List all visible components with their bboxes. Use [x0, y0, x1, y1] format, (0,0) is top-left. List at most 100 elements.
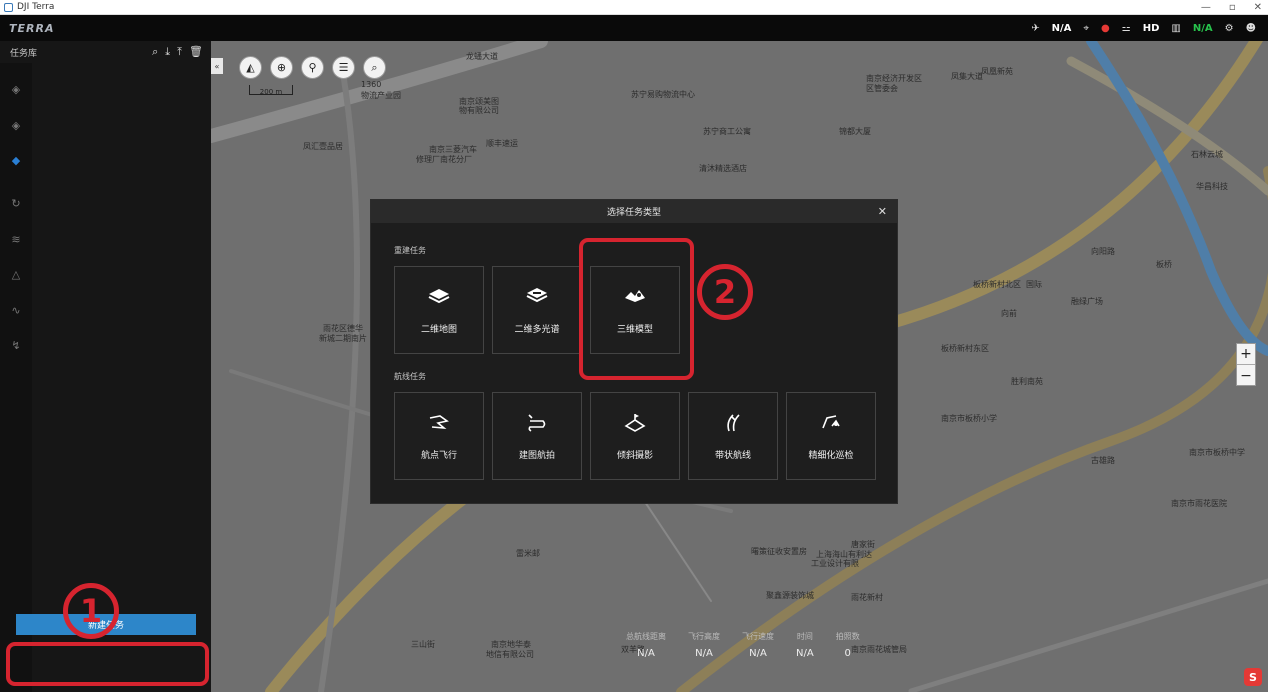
- drone-status: N/A: [1051, 22, 1072, 34]
- stat-label: 总航线距离: [626, 632, 666, 641]
- map-label: 清沐精选酒店: [699, 164, 747, 173]
- compass-icon[interactable]: ◭: [239, 56, 262, 79]
- card-mapping-route[interactable]: 建图航拍: [492, 392, 582, 480]
- app-topbar: TERRA ✈ N/A ⌖ ● ⚍ HD ▥ N/A ⚙ ☻: [0, 15, 1268, 41]
- stat-value: N/A: [796, 648, 814, 659]
- remote-icon: ⚍: [1121, 22, 1131, 34]
- overlay-app-icon: S: [1244, 668, 1262, 686]
- user-icon[interactable]: ☻: [1246, 23, 1256, 34]
- map-label: 新城二期南片: [319, 334, 367, 343]
- close-icon[interactable]: ✕: [878, 205, 887, 218]
- card-2d-map[interactable]: 二维地图: [394, 266, 484, 354]
- map-label: 国际: [1026, 280, 1042, 289]
- map-label: 南京市板桥小学: [941, 414, 997, 423]
- window-controls: — ▫ ✕: [1201, 0, 1262, 15]
- drone-icon: ✈: [1031, 22, 1040, 34]
- map-search-icon[interactable]: ⌕: [363, 56, 386, 79]
- map-label: 龙蟠大道: [466, 52, 498, 61]
- stat-value: N/A: [749, 648, 767, 659]
- window-title: DJI Terra: [17, 2, 55, 12]
- map-label: 向前: [1001, 309, 1017, 318]
- map-label: 曙策征收安置房: [751, 547, 807, 556]
- mapping-route-icon[interactable]: ≋: [9, 233, 23, 247]
- map-label: 工业设计有限: [811, 559, 859, 568]
- minimize-button[interactable]: —: [1201, 2, 1211, 13]
- stat-label: 飞行高度: [688, 632, 720, 641]
- pin-icon[interactable]: ⚲: [301, 56, 324, 79]
- card-label: 二维地图: [420, 325, 457, 335]
- card-waypoint[interactable]: 航点飞行: [394, 392, 484, 480]
- layers-icon: [428, 289, 450, 304]
- map-label: 南京市雨花医院: [1171, 499, 1227, 508]
- annotation-step-2: 2: [697, 264, 753, 320]
- stat-label: 飞行速度: [742, 632, 774, 641]
- map-label: 地信有限公司: [486, 650, 534, 659]
- card-oblique[interactable]: 倾斜摄影: [590, 392, 680, 480]
- map-label: 融绿广场: [1071, 297, 1103, 306]
- gear-icon[interactable]: ⚙: [1225, 23, 1234, 34]
- zoom-in-button[interactable]: +: [1237, 344, 1255, 365]
- oblique-icon[interactable]: △: [9, 268, 23, 282]
- card-inspection[interactable]: 精细化巡检: [786, 392, 876, 480]
- map-toolbar: ◭ ⊕ ⚲ ☰ ⌕: [239, 56, 386, 79]
- flight-stats: 总航线距离 N/A 飞行高度 N/A 飞行速度 N/A 时间 N/A 拍照数 0: [626, 631, 860, 659]
- map-label: 1360: [361, 80, 382, 89]
- stat-label: 拍照数: [835, 632, 860, 641]
- map-label: 雷米邮: [516, 549, 540, 558]
- sidebar-title: 任务库: [10, 48, 38, 59]
- record-icon: ●: [1101, 22, 1110, 34]
- card-label: 精细化巡检: [808, 451, 854, 461]
- search-icon[interactable]: ⌕: [152, 45, 158, 59]
- waypoint-icon[interactable]: ↻: [9, 197, 23, 211]
- window-titlebar: DJI Terra — ▫ ✕: [0, 0, 1268, 15]
- maximize-button[interactable]: ▫: [1229, 2, 1236, 13]
- list-icon[interactable]: ☰: [332, 56, 355, 79]
- mission-type-rail: ◈ ◈ ◆ ↻ ≋ △ ∿ ↯: [0, 63, 32, 692]
- section-rebuild-label: 重建任务: [394, 246, 426, 255]
- hd-label: HD: [1142, 22, 1160, 34]
- stat-value: N/A: [637, 648, 655, 659]
- stat-value: N/A: [695, 648, 713, 659]
- card-multispectral[interactable]: 二维多光谱: [492, 266, 582, 354]
- card-label: 带状航线: [714, 451, 751, 461]
- annotation-step-1: 1: [63, 583, 119, 639]
- stat-value: 0: [844, 648, 851, 659]
- map-label: 胜利南苑: [1011, 377, 1043, 386]
- map-label: 苏宁商工公寓: [703, 127, 751, 136]
- inspection-icon[interactable]: ↯: [9, 339, 23, 353]
- section-route-label: 航线任务: [394, 372, 426, 381]
- close-window-button[interactable]: ✕: [1254, 2, 1262, 13]
- map-label: 顺丰速运: [486, 139, 518, 148]
- inspection-card-icon: [822, 415, 840, 429]
- multispectral-icon[interactable]: ◈: [9, 119, 23, 133]
- collapse-sidebar-button[interactable]: «: [211, 58, 223, 74]
- trash-icon[interactable]: 🗑: [189, 45, 203, 59]
- import-icon[interactable]: ⤓: [165, 45, 170, 59]
- map-2d-icon[interactable]: ◈: [9, 83, 23, 97]
- model-3d-icon[interactable]: ◆: [9, 154, 23, 168]
- map-label: 向阳路: [1091, 247, 1115, 256]
- signal-status: N/A: [1192, 22, 1213, 34]
- map-label: 南京市板桥中学: [1189, 448, 1245, 457]
- brand-logo: TERRA: [9, 21, 55, 35]
- card-corridor[interactable]: 带状航线: [688, 392, 778, 480]
- annotation-box-new-task: [6, 642, 209, 686]
- app-icon: [4, 2, 13, 12]
- locate-icon[interactable]: ⊕: [270, 56, 293, 79]
- map-label: 物有限公司: [459, 106, 499, 115]
- export-icon[interactable]: ⤒: [177, 45, 182, 59]
- zoom-out-button[interactable]: −: [1237, 365, 1255, 386]
- dialog-title: 选择任务类型: [606, 208, 661, 218]
- map-label: 物流产业园: [361, 91, 401, 100]
- map-label: 华昌科技: [1196, 182, 1228, 191]
- map-label: 板桥新村东区: [941, 344, 989, 353]
- status-bar: ✈ N/A ⌖ ● ⚍ HD ▥ N/A ⚙ ☻: [1031, 15, 1256, 41]
- map-label: 板桥新村北区: [973, 280, 1021, 289]
- sidebar-header: 任务库 ⌕ ⤓ ⤒ 🗑: [0, 41, 211, 63]
- corridor-icon[interactable]: ∿: [9, 304, 23, 318]
- oblique-card-icon: [624, 414, 646, 432]
- flight-stat: 拍照数 0: [836, 631, 860, 659]
- sidebar-tools: ⌕ ⤓ ⤒ 🗑: [152, 45, 203, 59]
- zoom-control: + −: [1236, 343, 1256, 386]
- corridor-card-icon: [727, 414, 740, 432]
